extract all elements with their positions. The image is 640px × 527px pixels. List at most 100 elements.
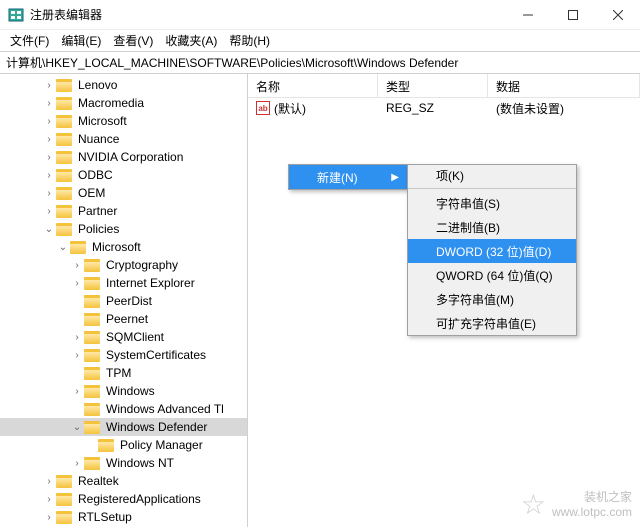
menu-help[interactable]: 帮助(H)	[223, 30, 276, 51]
tree-item-label: Policies	[76, 222, 121, 236]
tree-item-label: Internet Explorer	[104, 276, 197, 290]
tree-item[interactable]: Policy Manager	[0, 436, 247, 454]
context-submenu-new[interactable]: 项(K)字符串值(S)二进制值(B)DWORD (32 位)值(D)QWORD …	[407, 164, 577, 336]
tree-item-label: Cryptography	[104, 258, 180, 272]
folder-icon	[84, 331, 100, 344]
col-name[interactable]: 名称	[248, 74, 378, 97]
tree-item[interactable]: ›Macromedia	[0, 94, 247, 112]
menu-favorites[interactable]: 收藏夹(A)	[159, 30, 223, 51]
chevron-down-icon[interactable]: ⌄	[70, 422, 84, 433]
tree-item-label: NVIDIA Corporation	[76, 150, 185, 164]
col-data[interactable]: 数据	[488, 74, 640, 97]
tree-item[interactable]: › OEM	[0, 184, 247, 202]
maximize-button[interactable]	[550, 0, 595, 30]
folder-icon	[84, 259, 100, 272]
tree-item[interactable]: › SQMClient	[0, 328, 247, 346]
chevron-right-icon[interactable]: ›	[42, 476, 56, 487]
tree-item[interactable]: ›RTLSetup	[0, 508, 247, 526]
col-type[interactable]: 类型	[378, 74, 488, 97]
submenu-item[interactable]: 二进制值(B)	[408, 215, 576, 239]
tree-item-label: Microsoft	[76, 114, 129, 128]
folder-icon	[56, 511, 72, 524]
folder-icon	[56, 169, 72, 182]
tree-item[interactable]: Windows Advanced Tl	[0, 400, 247, 418]
context-menu[interactable]: 新建(N) ▶	[288, 164, 408, 190]
folder-icon	[84, 295, 100, 308]
tree-item[interactable]: ›ODBC	[0, 166, 247, 184]
menu-edit[interactable]: 编辑(E)	[55, 30, 107, 51]
folder-icon	[84, 421, 100, 434]
chevron-right-icon[interactable]: ›	[42, 206, 56, 217]
list-row[interactable]: ab (默认) REG_SZ (数值未设置)	[248, 98, 640, 118]
tree-item[interactable]: › NVIDIA Corporation	[0, 148, 247, 166]
chevron-right-icon[interactable]: ›	[42, 116, 56, 127]
minimize-button[interactable]	[505, 0, 550, 30]
tree-item[interactable]: ›Windows NT	[0, 454, 247, 472]
tree-item[interactable]: TPM	[0, 364, 247, 382]
tree-item[interactable]: ›Windows	[0, 382, 247, 400]
tree-item[interactable]: ⌄ Policies	[0, 220, 247, 238]
list-pane[interactable]: 名称 类型 数据 ab (默认) REG_SZ (数值未设置) 新建(N) ▶ …	[248, 74, 640, 527]
tree-item-label: Policy Manager	[118, 438, 205, 452]
menubar: 文件(F) 编辑(E) 查看(V) 收藏夹(A) 帮助(H)	[0, 30, 640, 52]
tree-item-label: OEM	[76, 186, 107, 200]
chevron-right-icon[interactable]: ›	[70, 260, 84, 271]
chevron-right-icon[interactable]: ›	[42, 152, 56, 163]
tree-item-label: Realtek	[76, 474, 121, 488]
chevron-right-icon[interactable]: ›	[42, 188, 56, 199]
folder-icon	[84, 403, 100, 416]
tree-item[interactable]: › Realtek	[0, 472, 247, 490]
chevron-right-icon[interactable]: ›	[70, 350, 84, 361]
chevron-right-icon[interactable]: ›	[42, 98, 56, 109]
tree-item[interactable]: ›RegisteredApplications	[0, 490, 247, 508]
chevron-down-icon[interactable]: ⌄	[42, 224, 56, 235]
chevron-right-icon[interactable]: ›	[70, 458, 84, 469]
tree-item[interactable]: PeerDist	[0, 292, 247, 310]
chevron-right-icon[interactable]: ›	[70, 278, 84, 289]
submenu-item[interactable]: 可扩充字符串值(E)	[408, 311, 576, 335]
chevron-right-icon[interactable]: ›	[42, 512, 56, 523]
menu-file[interactable]: 文件(F)	[4, 30, 55, 51]
chevron-right-icon[interactable]: ›	[42, 494, 56, 505]
tree-pane[interactable]: ›Lenovo›Macromedia›Microsoft›Nuance›NVID…	[0, 74, 248, 527]
tree-item-label: SQMClient	[104, 330, 166, 344]
context-menu-new[interactable]: 新建(N) ▶	[289, 165, 407, 189]
tree-item-label: Windows Defender	[104, 420, 209, 434]
tree-item[interactable]: › Cryptography	[0, 256, 247, 274]
folder-icon	[56, 187, 72, 200]
chevron-right-icon[interactable]: ›	[42, 80, 56, 91]
submenu-item[interactable]: 多字符串值(M)	[408, 287, 576, 311]
tree-item-label: Peernet	[104, 312, 150, 326]
tree-item[interactable]: › Microsoft	[0, 112, 247, 130]
chevron-down-icon[interactable]: ⌄	[56, 242, 70, 253]
tree-item-label: Lenovo	[76, 78, 119, 92]
tree-item[interactable]: › Internet Explorer	[0, 274, 247, 292]
chevron-right-icon[interactable]: ›	[42, 170, 56, 181]
tree-item[interactable]: ⌄ Windows Defender	[0, 418, 247, 436]
folder-icon	[70, 241, 86, 254]
string-value-icon: ab	[256, 101, 270, 115]
tree-item[interactable]: Peernet	[0, 310, 247, 328]
menu-view[interactable]: 查看(V)	[107, 30, 159, 51]
submenu-item[interactable]: 字符串值(S)	[408, 191, 576, 215]
tree-item[interactable]: ⌄Microsoft	[0, 238, 247, 256]
tree-item-label: SystemCertificates	[104, 348, 208, 362]
chevron-right-icon[interactable]: ›	[70, 332, 84, 343]
tree-item-label: Nuance	[76, 132, 121, 146]
close-button[interactable]	[595, 0, 640, 30]
submenu-item[interactable]: QWORD (64 位)值(Q)	[408, 263, 576, 287]
folder-icon	[56, 133, 72, 146]
tree-item-label: TPM	[104, 366, 133, 380]
tree-item[interactable]: › SystemCertificates	[0, 346, 247, 364]
submenu-item[interactable]: DWORD (32 位)值(D)	[408, 239, 576, 263]
chevron-right-icon[interactable]: ›	[70, 386, 84, 397]
tree-item[interactable]: ›Partner	[0, 202, 247, 220]
chevron-right-icon[interactable]: ›	[42, 134, 56, 145]
value-type: REG_SZ	[378, 99, 488, 117]
address-bar[interactable]: 计算机\HKEY_LOCAL_MACHINE\SOFTWARE\Policies…	[0, 52, 640, 74]
tree-item[interactable]: › Nuance	[0, 130, 247, 148]
value-name: (默认)	[274, 100, 306, 117]
regedit-icon	[8, 7, 24, 23]
submenu-item[interactable]: 项(K)	[408, 165, 576, 189]
tree-item[interactable]: › Lenovo	[0, 76, 247, 94]
